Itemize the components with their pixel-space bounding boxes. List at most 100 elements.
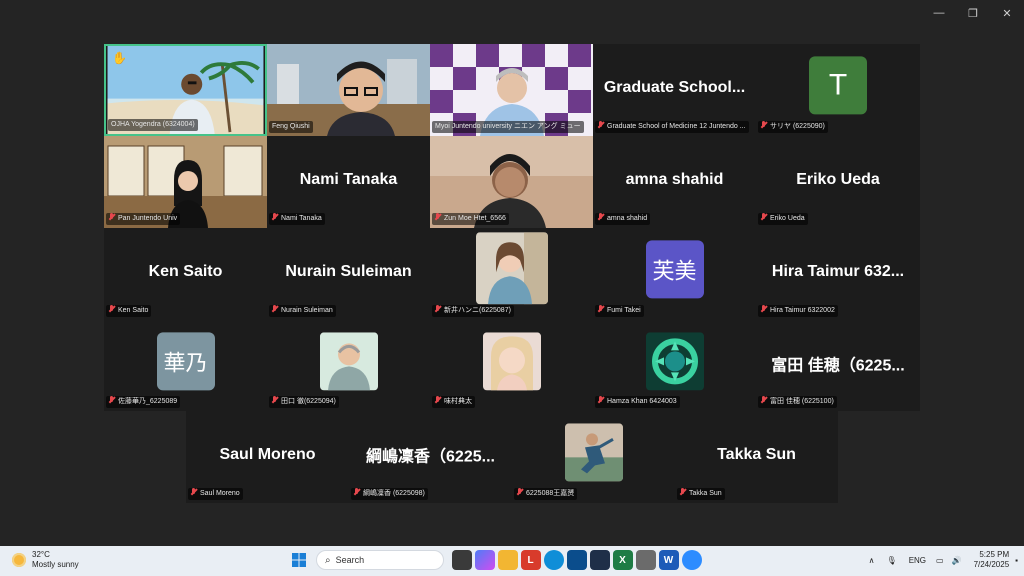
mic-muted-icon — [598, 121, 604, 129]
participant-photo — [482, 331, 541, 390]
mic-muted-icon — [598, 305, 604, 313]
participant-name: 富田 佳穂（6225... — [771, 357, 905, 375]
participant-tile[interactable]: T サリヤ (6225090) — [756, 44, 920, 136]
participant-label: 田口 徹(6225094) — [269, 396, 339, 408]
participant-label: Nurain Suleiman — [269, 305, 336, 317]
word-icon[interactable]: W — [658, 550, 679, 570]
participant-name: amna shahid — [625, 171, 724, 189]
participant-tile[interactable]: Hamza Khan 6424003 — [593, 320, 756, 411]
mic-muted-icon — [109, 396, 115, 404]
participant-tile[interactable]: Nami Tanaka Nami Tanaka — [267, 136, 430, 228]
store-icon[interactable] — [566, 550, 587, 570]
mic-muted-icon — [109, 305, 115, 313]
participant-name: Graduate School... — [603, 79, 746, 97]
participant-label: Hira Taimur 6322002 — [758, 305, 838, 317]
clock[interactable]: 5:25 PM 7/24/2025 — [974, 550, 1010, 570]
participant-avatar: T — [809, 56, 867, 115]
participant-label: 味村典太 — [432, 396, 475, 408]
participant-name: Ken Saito — [148, 263, 223, 281]
participant-name: Nurain Suleiman — [285, 263, 412, 281]
participant-tile[interactable]: amna shahid amna shahid — [593, 136, 756, 228]
mic-muted-icon — [435, 213, 441, 221]
participant-tile[interactable]: Pan Juntendo Univ — [104, 136, 267, 228]
mic-muted-icon — [191, 488, 197, 496]
participant-tile[interactable]: ✋ OJHA Yogendra (6324004) — [104, 44, 267, 136]
microphone-icon[interactable]: 🎙 — [887, 556, 897, 565]
task-view-icon[interactable] — [451, 550, 472, 570]
participant-label: 佐藤華乃_6225089 — [106, 396, 181, 408]
network-icon[interactable]: ▭ — [936, 556, 944, 565]
mic-muted-icon — [761, 213, 767, 221]
participant-tile[interactable]: Hira Taimur 632... Hira Taimur 6322002 — [756, 228, 920, 320]
close-button[interactable]: ✕ — [990, 0, 1024, 26]
participant-label: 6225088王嘉赟 — [514, 488, 578, 500]
video-grid-last-row: Saul Moreno Saul Moreno 綱嶋凜香（6225... 綱嶋凜… — [186, 411, 838, 503]
participant-tile[interactable]: Saul Moreno Saul Moreno — [186, 411, 349, 503]
participant-tile[interactable]: 6225088王嘉赟 — [512, 411, 675, 503]
mic-muted-icon — [435, 305, 441, 313]
participant-tile[interactable]: 新井ハンニ(6225087) — [430, 228, 593, 320]
participant-name: Eriko Ueda — [796, 171, 880, 189]
maximize-button[interactable]: ❐ — [956, 0, 990, 26]
participant-tile[interactable]: Ken Saito Ken Saito — [104, 228, 267, 320]
participant-tile[interactable]: 華乃 佐藤華乃_6225089 — [104, 320, 267, 411]
notification-icon[interactable]: ▪ — [1015, 556, 1018, 565]
clock-date: 7/24/2025 — [973, 560, 1010, 569]
participant-tile[interactable]: Eriko Ueda Eriko Ueda — [756, 136, 920, 228]
participant-label: Hamza Khan 6424003 — [595, 396, 680, 408]
participant-label: Takka Sun — [677, 488, 725, 500]
participant-label: Myoi Juntendo university ニエン アング ミュー — [432, 121, 584, 133]
participant-tile[interactable]: Feng Qiushi — [267, 44, 430, 136]
mic-muted-icon — [272, 396, 278, 404]
participant-label: Nami Tanaka — [269, 213, 325, 225]
taskbar-apps: ⌕ Search L X W — [287, 550, 703, 570]
start-icon[interactable] — [289, 550, 309, 570]
participant-tile[interactable]: 田口 徹(6225094) — [267, 320, 430, 411]
participant-label: 富田 佳穂 (6225100) — [758, 396, 837, 408]
mic-muted-icon — [598, 396, 604, 404]
edge-icon[interactable] — [543, 550, 564, 570]
volume-icon[interactable]: 🔊 — [952, 556, 962, 565]
participant-avatar: 芙美 — [645, 240, 704, 299]
l-app-icon[interactable]: L — [520, 550, 541, 570]
system-tray: ∧ 🎙 ENG ▭ 🔊 5:25 PM 7/24/2025 ▪ — [863, 550, 1018, 570]
mic-muted-icon — [272, 213, 278, 221]
video-app-icon[interactable] — [589, 550, 610, 570]
participant-name: Takka Sun — [717, 446, 796, 464]
search-icon: ⌕ — [325, 554, 331, 566]
search-placeholder: Search — [335, 555, 365, 565]
participant-tile[interactable]: Takka Sun Takka Sun — [675, 411, 838, 503]
minimize-button[interactable]: — — [922, 0, 956, 26]
participant-tile[interactable]: Zun Moe Htet_6566 — [430, 136, 593, 228]
search-box[interactable]: ⌕ Search — [316, 550, 444, 570]
participant-label: サリヤ (6225090) — [758, 121, 828, 133]
zoom-icon[interactable] — [681, 550, 702, 570]
participant-label: Graduate School of Medicine 12 Juntendo … — [595, 121, 749, 133]
participant-tile[interactable]: 芙美 Fumi Takei — [593, 228, 756, 320]
weather-desc: Mostly sunny — [32, 560, 79, 569]
participant-tile[interactable]: 味村典太 — [430, 320, 593, 411]
participant-tile[interactable]: 綱嶋凜香（6225... 綱嶋凜香 (6225098) — [349, 411, 512, 503]
participant-tile[interactable]: Nurain Suleiman Nurain Suleiman — [267, 228, 430, 320]
participant-name: 綱嶋凜香（6225... — [366, 448, 495, 466]
video-grid: ✋ OJHA Yogendra (6324004) Feng Qiushi My… — [104, 44, 920, 411]
mic-muted-icon — [598, 213, 604, 221]
raised-hand-icon: ✋ — [112, 51, 127, 65]
mic-muted-icon — [680, 488, 686, 496]
file-explorer-icon[interactable] — [497, 550, 518, 570]
mic-muted-icon — [517, 488, 523, 496]
calculator-icon[interactable] — [635, 550, 656, 570]
chevron-up-icon[interactable]: ∧ — [869, 556, 875, 565]
participant-tile[interactable]: 富田 佳穂（6225... 富田 佳穂 (6225100) — [756, 320, 920, 411]
mic-muted-icon — [272, 305, 278, 313]
mic-muted-icon — [354, 488, 360, 496]
participant-tile[interactable]: Myoi Juntendo university ニエン アング ミュー — [430, 44, 593, 136]
participant-name: Nami Tanaka — [299, 171, 398, 189]
language-indicator[interactable]: ENG — [909, 556, 926, 565]
clock-time: 5:25 PM — [979, 550, 1010, 559]
copilot-icon[interactable] — [474, 550, 495, 570]
weather-temp: 32°C — [32, 550, 50, 559]
participant-tile[interactable]: Graduate School... Graduate School of Me… — [593, 44, 756, 136]
excel-icon[interactable]: X — [612, 550, 633, 570]
weather-widget[interactable]: 32°C Mostly sunny — [12, 550, 79, 570]
